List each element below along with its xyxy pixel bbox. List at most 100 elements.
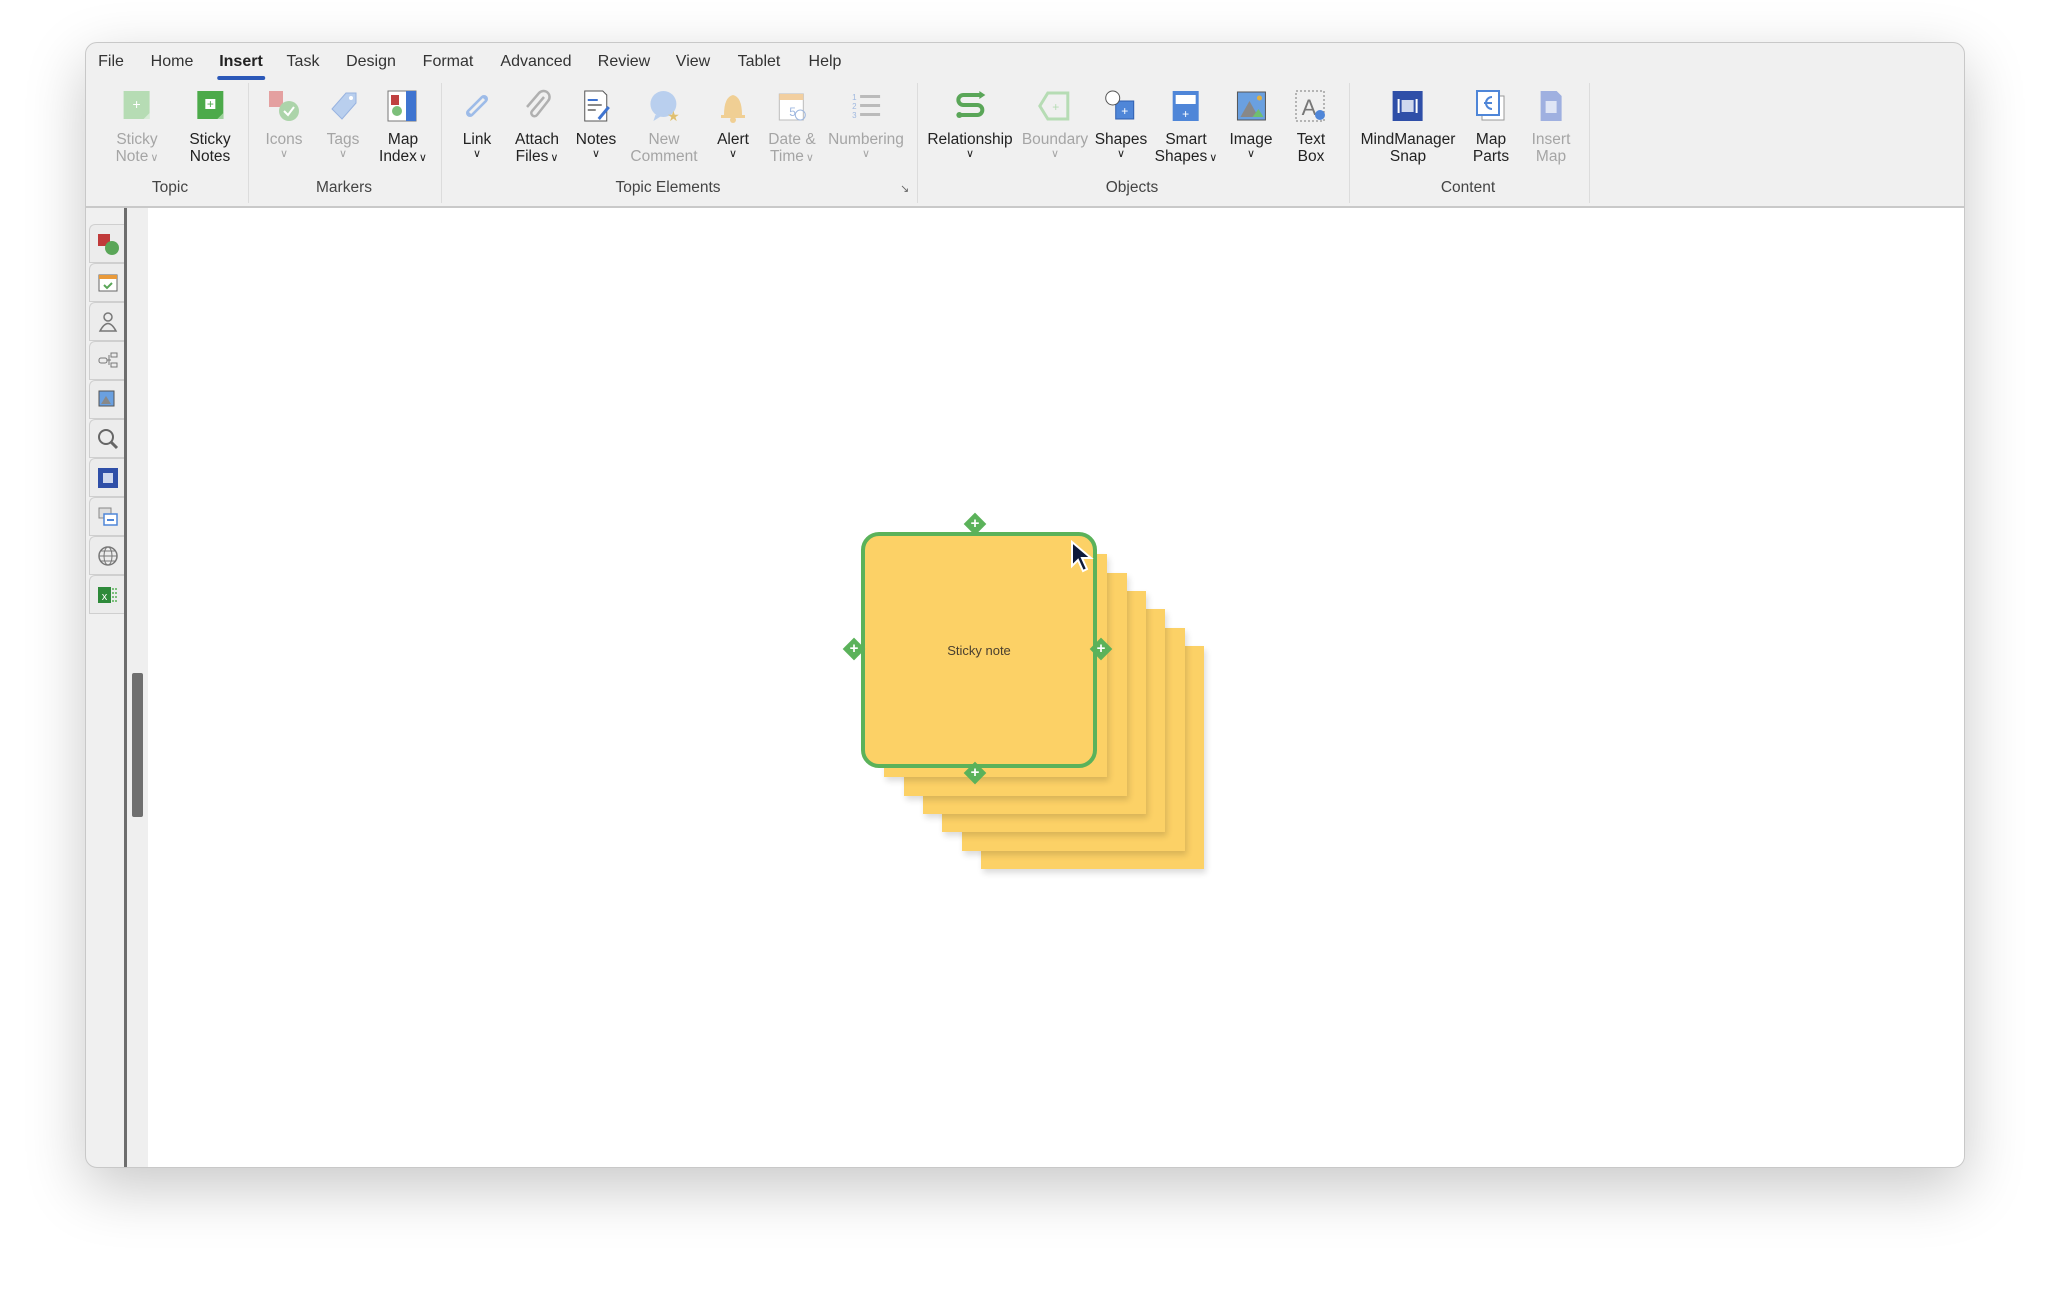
dialog-launcher-icon[interactable]: ↘: [900, 182, 909, 195]
button-label: MindManager: [1360, 131, 1456, 148]
menu-tab-task[interactable]: Task: [287, 53, 320, 71]
side-tab-markers-icon[interactable]: [89, 224, 125, 263]
new-comment-button[interactable]: ★ New Comment: [630, 87, 698, 165]
image-button[interactable]: Image ∨: [1229, 87, 1273, 160]
menu-tab-review[interactable]: Review: [598, 53, 650, 71]
side-tab-map-parts-icon[interactable]: [89, 341, 125, 380]
button-label: Tags: [326, 131, 360, 148]
button-label: Insert: [1531, 131, 1571, 148]
attach-files-button[interactable]: Attach Files ∨: [515, 87, 559, 167]
side-tab-task-calendar-icon[interactable]: [89, 263, 125, 302]
sticky-note-icon: +: [124, 91, 150, 119]
button-label-line2: Index: [379, 148, 417, 165]
map-index-button[interactable]: Map Index ∨: [379, 87, 427, 167]
button-label-line2: Parts: [1472, 148, 1510, 165]
button-label-line2-wrap: Shapes ∨: [1155, 148, 1218, 167]
side-tab-snap-icon[interactable]: [89, 458, 125, 497]
button-label-line2-wrap: Comment: [630, 148, 697, 165]
menu-tab-help[interactable]: Help: [809, 53, 842, 71]
scrollbar-thumb[interactable]: [132, 673, 143, 817]
smart-shapes-icon: +: [1172, 91, 1199, 121]
button-label: Text: [1296, 131, 1326, 148]
sticky-notes-button[interactable]: + Sticky Notes: [189, 87, 231, 165]
menu-tab-design[interactable]: Design: [346, 53, 396, 71]
shapes-button[interactable]: + Shapes ∨: [1095, 87, 1147, 160]
add-topic-handle-bottom[interactable]: +: [963, 761, 987, 785]
numbering-button[interactable]: 1 2 3 Numbering ∨: [828, 87, 904, 160]
chevron-down-icon: ∨: [1050, 148, 1060, 160]
sticky-note-topic[interactable]: Sticky note: [861, 532, 1097, 768]
image-icon: [1236, 91, 1266, 121]
side-tab-resource-person-icon[interactable]: [89, 302, 125, 341]
notes-icon: [584, 90, 611, 122]
side-tab-outline-icon[interactable]: [89, 497, 125, 536]
button-label-line2: Note: [115, 148, 149, 165]
button-label-line2: Map: [1535, 148, 1567, 165]
chevron-down-icon: ∨: [805, 152, 814, 164]
add-topic-handle-top[interactable]: +: [963, 512, 987, 536]
svg-text:+: +: [1121, 104, 1128, 118]
relationship-button[interactable]: Relationship ∨: [927, 87, 1013, 160]
menu-tab-file[interactable]: File: [98, 53, 124, 71]
chevron-down-icon: ∨: [965, 148, 975, 160]
button-label-line2-wrap: Snap: [1361, 148, 1456, 165]
smart-shapes-button[interactable]: + Smart Shapes ∨: [1155, 87, 1218, 167]
menu-tab-format[interactable]: Format: [423, 53, 474, 71]
tags-button[interactable]: Tags ∨: [324, 87, 362, 160]
comment-icon: ★: [650, 91, 679, 124]
button-label: Image: [1229, 131, 1273, 148]
side-tab-browser-globe-icon[interactable]: [89, 536, 125, 575]
menu-tab-tablet[interactable]: Tablet: [738, 53, 781, 71]
menu-tab-advanced[interactable]: Advanced: [500, 53, 571, 71]
group-label-markers: Markers: [316, 179, 372, 196]
svg-text:x: x: [101, 591, 107, 603]
button-label: Date &: [768, 131, 816, 148]
button-label-line2-wrap: Time ∨: [768, 148, 815, 167]
side-tab-library-image-icon[interactable]: [89, 380, 125, 419]
resource-person-icon: [98, 311, 117, 332]
text-box-button[interactable]: A Text Box: [1292, 87, 1330, 165]
svg-text:1: 1: [852, 93, 857, 102]
snap-icon: [97, 467, 118, 488]
bell-icon: [721, 95, 745, 123]
notes-button[interactable]: Notes ∨: [575, 87, 617, 160]
group-label-objects: Objects: [1105, 179, 1159, 196]
side-tab-excel-icon[interactable]: x: [89, 575, 125, 614]
button-label: Boundary: [1021, 131, 1089, 148]
group-separator: [441, 83, 442, 203]
boundary-button[interactable]: + Boundary ∨: [1022, 87, 1088, 160]
menu-tab-view[interactable]: View: [676, 53, 710, 71]
button-label-line2-wrap: Note ∨: [116, 148, 159, 167]
browser-globe-icon: [97, 545, 118, 566]
map-parts-icon: [98, 352, 117, 367]
mindmanager-snap-button[interactable]: MindManager Snap: [1360, 87, 1456, 165]
add-topic-handle-right[interactable]: +: [1089, 637, 1113, 661]
menu-tab-insert[interactable]: Insert: [217, 53, 265, 80]
chevron-down-icon: ∨: [1209, 152, 1218, 164]
date-time-button[interactable]: 5 Date & Time ∨: [768, 87, 816, 167]
side-tab-search-icon[interactable]: [89, 419, 125, 458]
alert-button[interactable]: Alert ∨: [714, 87, 752, 160]
insert-map-button[interactable]: Insert Map: [1531, 87, 1571, 165]
button-label: Alert: [717, 131, 749, 148]
group-separator: [917, 83, 918, 203]
button-label: Relationship: [927, 131, 1013, 148]
map-parts-icon: [1476, 90, 1505, 121]
button-label-line2-wrap: Notes: [189, 148, 231, 165]
button-label-line2: Notes: [189, 148, 231, 165]
group-separator: [248, 83, 249, 203]
button-label: Notes: [575, 131, 617, 148]
boundary-icon: +: [1038, 91, 1070, 121]
button-label-line2: Files: [515, 148, 549, 165]
sticky-note-button[interactable]: + Sticky Note ∨: [116, 87, 159, 167]
group-label-topic: Topic: [151, 179, 189, 196]
button-label: Link: [462, 131, 492, 148]
svg-text:3: 3: [852, 111, 857, 120]
menu-tab-home[interactable]: Home: [151, 53, 194, 71]
chevron-down-icon: ∨: [279, 148, 289, 160]
add-topic-handle-left[interactable]: +: [842, 637, 866, 661]
calendar-icon: 5: [778, 93, 806, 121]
link-button[interactable]: Link ∨: [458, 87, 496, 160]
map-parts-button[interactable]: Map Parts: [1472, 87, 1510, 165]
icons-button[interactable]: Icons ∨: [265, 87, 303, 160]
